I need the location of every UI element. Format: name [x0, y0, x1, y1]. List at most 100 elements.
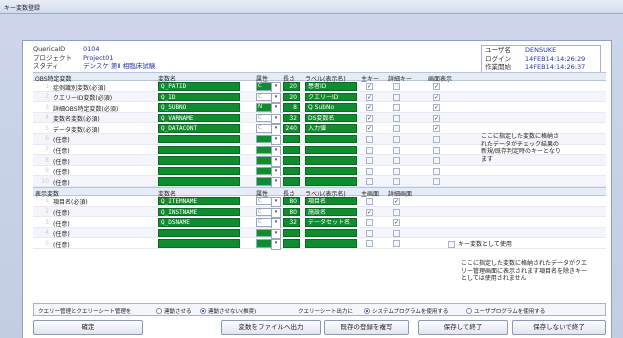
display-label-input[interactable] [305, 239, 357, 248]
screen-display-checkbox[interactable] [433, 135, 440, 143]
main-key-checkbox[interactable] [366, 229, 373, 237]
variable-name-input[interactable] [158, 134, 240, 144]
screen-display-checkbox[interactable] [433, 167, 440, 175]
display-label-input[interactable]: DS変数名 [305, 113, 357, 123]
length-input[interactable] [283, 156, 300, 165]
screen-display-checkbox[interactable]: ✓ [433, 83, 440, 90]
length-input[interactable] [283, 239, 300, 248]
main-key-checkbox[interactable] [366, 167, 373, 175]
display-label-input[interactable] [305, 156, 357, 165]
attribute-select[interactable]: C [256, 82, 281, 92]
length-input[interactable]: 80 [283, 196, 300, 206]
main-key-checkbox[interactable]: ✓ [366, 208, 373, 216]
detail-key-checkbox[interactable] [393, 167, 400, 175]
main-key-checkbox[interactable]: ✓ [366, 93, 373, 101]
variable-name-input[interactable]: Q_DATACONT [158, 124, 240, 133]
display-label-input[interactable]: Q SubNo [305, 103, 357, 112]
attribute-select[interactable]: C [256, 124, 281, 135]
main-key-checkbox[interactable] [366, 240, 373, 248]
length-input[interactable] [283, 145, 300, 155]
copy-existing-button[interactable]: 既存の登録を複写 [324, 320, 409, 335]
main-key-checkbox[interactable]: ✓ [366, 114, 373, 122]
main-key-checkbox[interactable] [366, 146, 373, 154]
variable-name-input[interactable] [158, 156, 240, 165]
variable-name-input[interactable] [158, 166, 240, 176]
attribute-select[interactable] [256, 166, 281, 177]
variable-name-input[interactable]: Q_DSNAME [158, 218, 240, 227]
detail-key-checkbox[interactable] [393, 114, 400, 122]
length-input[interactable]: 8 [283, 103, 300, 112]
detail-key-checkbox[interactable] [393, 146, 400, 154]
length-input[interactable] [283, 177, 300, 186]
display-label-input[interactable]: 入力値 [305, 124, 357, 133]
main-key-checkbox[interactable]: ✓ [366, 125, 373, 133]
screen-display-checkbox[interactable]: ✓ [433, 114, 440, 122]
detail-key-checkbox[interactable] [393, 240, 400, 248]
export-button[interactable]: 変数をファイルへ出力 [221, 320, 321, 335]
length-input[interactable]: 32 [283, 113, 300, 123]
detail-key-checkbox[interactable] [393, 83, 400, 90]
screen-display-checkbox[interactable] [433, 178, 440, 186]
main-key-checkbox[interactable] [366, 135, 373, 143]
variable-name-input[interactable] [158, 239, 240, 248]
confirm-button[interactable]: 確定 [33, 320, 143, 335]
variable-name-input[interactable] [158, 177, 240, 186]
attribute-select[interactable]: N [256, 103, 281, 114]
attribute-select[interactable] [256, 228, 281, 239]
display-label-input[interactable]: 項目名 [305, 196, 357, 206]
detail-key-checkbox[interactable] [393, 135, 400, 143]
detail-key-checkbox[interactable]: ✓ [393, 219, 400, 227]
main-key-checkbox[interactable]: ✓ [366, 104, 373, 112]
display-label-input[interactable]: 患者ID [305, 82, 357, 91]
screen-display-checkbox[interactable] [433, 157, 440, 165]
attribute-select[interactable] [256, 156, 281, 167]
display-label-input[interactable] [305, 145, 357, 155]
display-label-input[interactable]: クエリーID [305, 92, 357, 102]
detail-key-checkbox[interactable] [393, 208, 400, 216]
variable-name-input[interactable]: Q_INSTNAME [158, 207, 240, 217]
attribute-select[interactable] [256, 239, 281, 250]
length-input[interactable] [283, 134, 300, 144]
screen-display-checkbox[interactable] [433, 146, 440, 154]
variable-name-input[interactable]: Q_PATID [158, 82, 240, 91]
length-input[interactable]: 240 [283, 124, 300, 133]
attribute-select[interactable]: C [256, 92, 281, 103]
main-key-checkbox[interactable]: ✓ [366, 83, 373, 90]
radio-link-off[interactable]: 連動させない(推奨) [200, 307, 256, 315]
detail-key-checkbox[interactable] [393, 93, 400, 101]
length-input[interactable] [283, 166, 300, 176]
variable-name-input[interactable]: Q_SUBNO [158, 103, 240, 112]
detail-key-checkbox[interactable] [393, 229, 400, 237]
attribute-select[interactable]: C [256, 218, 281, 229]
attribute-select[interactable]: C [256, 207, 281, 218]
attribute-select[interactable] [256, 177, 281, 188]
main-key-checkbox[interactable] [366, 157, 373, 165]
screen-display-checkbox[interactable]: ✓ [433, 93, 440, 101]
variable-name-input[interactable]: Q_ID [158, 92, 240, 102]
radio-link-on[interactable]: 連動させる [156, 307, 192, 315]
main-key-checkbox[interactable] [366, 178, 373, 186]
screen-display-checkbox[interactable]: ✓ [433, 125, 440, 133]
attribute-select[interactable]: C [256, 196, 281, 207]
variable-name-input[interactable] [158, 228, 240, 238]
save-exit-button[interactable]: 保存して終了 [418, 320, 508, 335]
display-label-input[interactable] [305, 177, 357, 186]
length-input[interactable]: 20 [283, 92, 300, 102]
display-label-input[interactable]: データセット名 [305, 218, 357, 227]
length-input[interactable]: 32 [283, 218, 300, 227]
display-label-input[interactable] [305, 228, 357, 238]
screen-display-checkbox[interactable]: ✓ [433, 104, 440, 112]
variable-name-input[interactable] [158, 145, 240, 155]
detail-key-checkbox[interactable] [393, 157, 400, 165]
attribute-select[interactable] [256, 134, 281, 145]
display-label-input[interactable]: 施設名 [305, 207, 357, 217]
display-label-input[interactable] [305, 134, 357, 144]
display-label-input[interactable] [305, 166, 357, 176]
attribute-select[interactable] [256, 145, 281, 156]
variable-name-input[interactable]: Q_ITEMNAME [158, 196, 240, 206]
exit-without-save-button[interactable]: 保存しないで終了 [512, 320, 606, 335]
main-key-checkbox[interactable] [366, 219, 373, 227]
detail-key-checkbox[interactable]: ✓ [393, 197, 400, 205]
variable-name-input[interactable]: Q_VARNAME [158, 113, 240, 123]
detail-key-checkbox[interactable] [393, 178, 400, 186]
